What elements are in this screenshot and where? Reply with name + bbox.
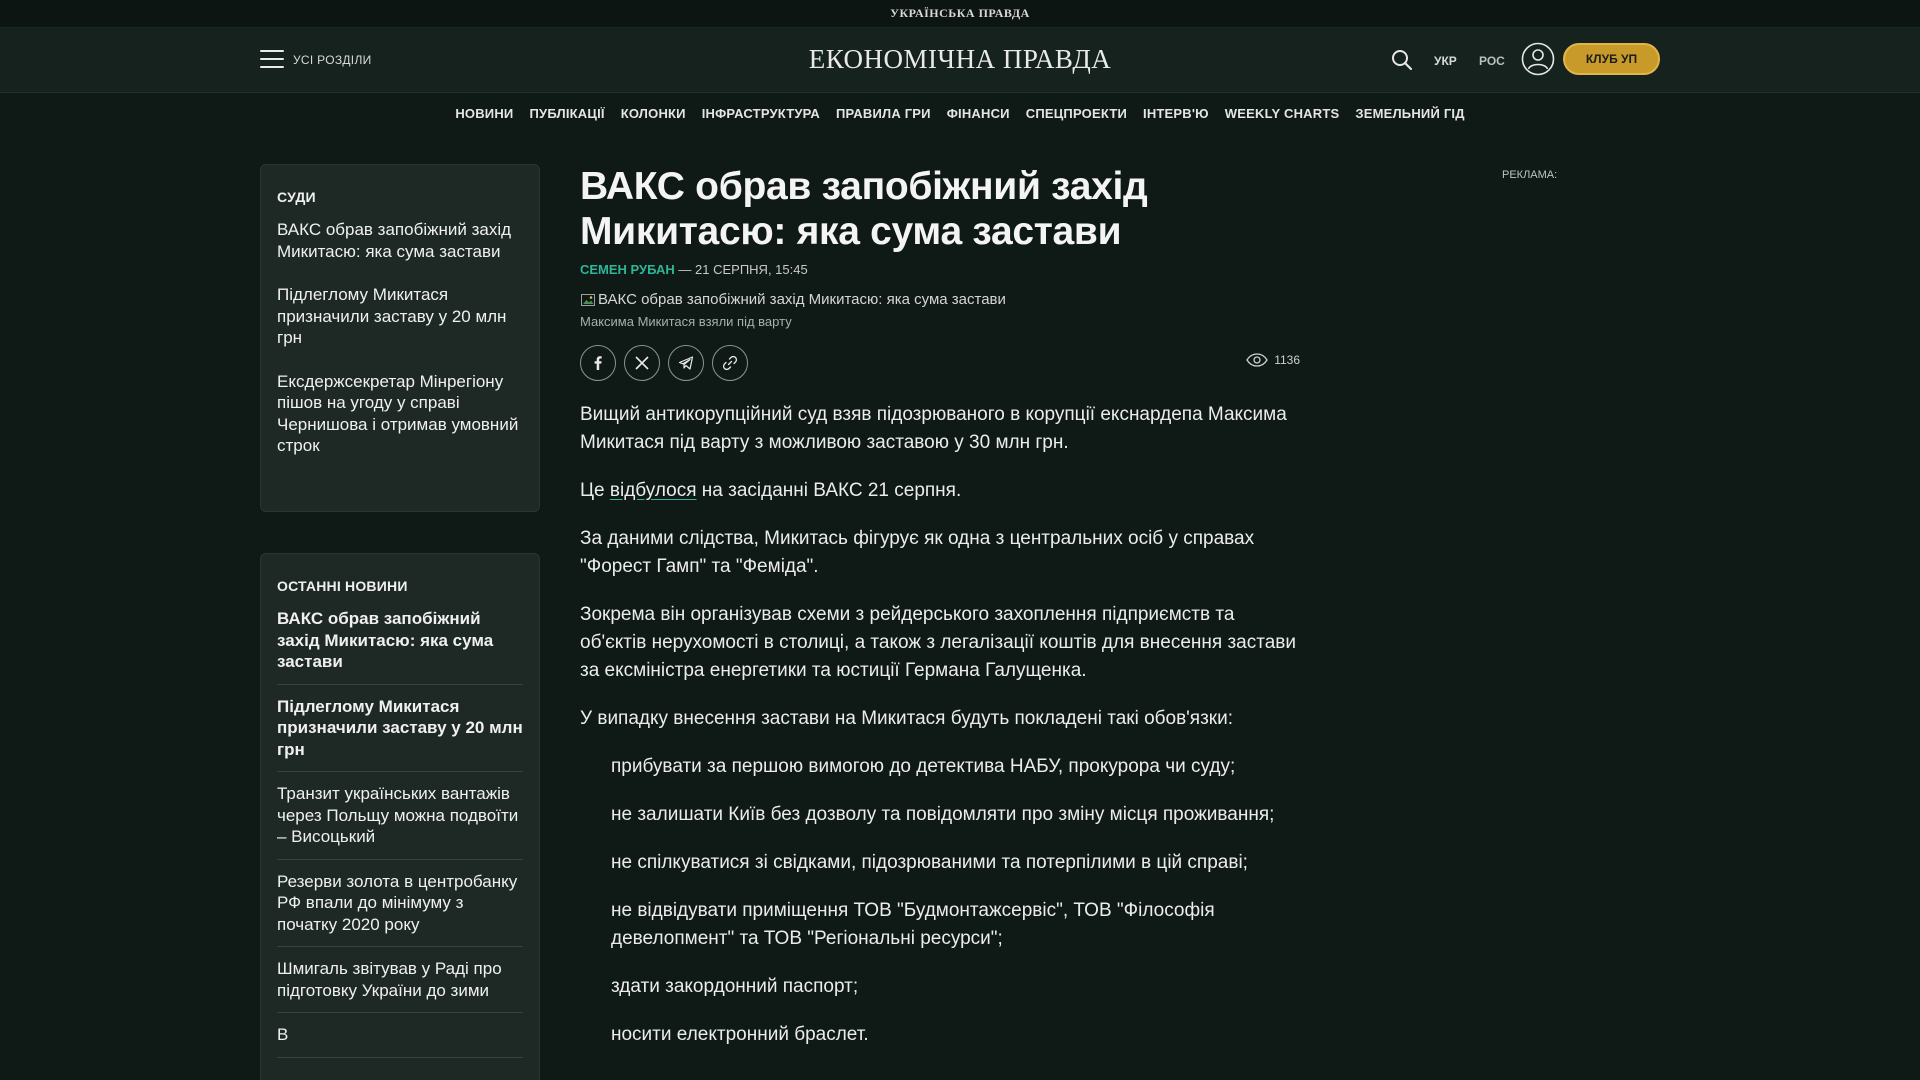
topic-box: СУДИ ВАКС обрав запобіжний захід Микитас… [260, 164, 540, 512]
logo-link[interactable]: ЕКОНОМІЧНА ПРАВДА [809, 44, 1112, 74]
all-sections-button[interactable]: УСІ РОЗДІЛИ [293, 53, 372, 67]
broken-image-icon [581, 293, 595, 306]
news-item[interactable]: Шмигаль звітував у Раді про підготовку У… [277, 958, 523, 1013]
source-link[interactable]: відбулося [610, 480, 697, 501]
paragraph: Це відбулося на засіданні ВАКС 21 серпня… [580, 477, 1300, 505]
nav-item-special-projects[interactable]: СПЕЦПРОЕКТИ [1018, 100, 1135, 128]
list-item: не залишати Київ без дозволу та повідомл… [611, 804, 1275, 825]
news-item[interactable]: Транзит українських вантажів через Польщ… [277, 783, 523, 860]
x-twitter-icon[interactable] [624, 345, 660, 381]
paragraph: Вищий антикорупційний суд взяв підозрюва… [580, 404, 1287, 453]
paragraph-text: Це [580, 480, 610, 501]
top-strip: УКРАЇНСЬКА ПРАВДА [0, 0, 1920, 28]
eye-icon [1246, 353, 1268, 367]
nav-item-columns[interactable]: КОЛОНКИ [613, 100, 694, 128]
ad-label: РЕКЛАМА: [1502, 169, 1558, 181]
nav-item-news[interactable]: НОВИНИ [447, 100, 521, 128]
list-item: не відвідувати приміщення ТОВ "Будмонтаж… [611, 900, 1215, 949]
article: ВАКС обрав запобіжний захід Микитасю: як… [580, 164, 1300, 1069]
news-item[interactable]: ВАКС обрав запобіжний захід Микитасю: як… [277, 608, 523, 685]
image-caption: Максима Микитася взяли під варту [580, 314, 792, 329]
obligations-list: прибувати за першою вимогою до детектива… [580, 753, 1300, 1049]
facebook-icon[interactable] [580, 345, 616, 381]
latest-news-title: ОСТАННІ НОВИНИ [277, 578, 408, 594]
lang-ros-link[interactable]: РОС [1479, 54, 1505, 68]
nav-item-interview[interactable]: ІНТЕРВ'Ю [1135, 100, 1217, 128]
main-nav: НОВИНИ ПУБЛІКАЦІЇ КОЛОНКИ ІНФРАСТРУКТУРА… [0, 100, 1920, 128]
topic-box-title[interactable]: СУДИ [277, 189, 523, 205]
nav-item-rules-of-game[interactable]: ПРАВИЛА ГРИ [828, 100, 939, 128]
byline: СЕМЕН РУБАН — 21 СЕРПНЯ, 15:45 [580, 262, 1300, 277]
nav-item-weekly-charts[interactable]: WEEKLY CHARTS [1217, 100, 1348, 128]
list-item: здати закордонний паспорт; [611, 976, 859, 997]
byline-separator: — [674, 262, 696, 277]
image-alt-text: ВАКС обрав запобіжний захід Микитасю: як… [598, 291, 1006, 308]
copy-link-icon[interactable] [712, 345, 748, 381]
paragraph-text: на засіданні ВАКС 21 серпня. [696, 480, 962, 501]
news-item[interactable]: В [277, 1024, 523, 1058]
paragraph: Зокрема він організував схеми з рейдерсь… [580, 604, 1296, 681]
list-item[interactable]: Підлеглому Микитася призначили заставу у… [277, 284, 523, 349]
lang-ukr-link[interactable]: УКР [1434, 54, 1457, 68]
views-count: 1136 [1274, 353, 1300, 367]
latest-news-box: ОСТАННІ НОВИНИ ВАКС обрав запобіжний зах… [260, 553, 540, 1080]
club-up-button[interactable]: КЛУБ УП [1563, 43, 1660, 75]
user-icon[interactable] [1521, 42, 1555, 76]
share-row: 1136 [580, 345, 1300, 381]
nav-item-publications[interactable]: ПУБЛІКАЦІЇ [521, 100, 612, 128]
list-item[interactable]: ВАКС обрав запобіжний захід Микитасю: як… [277, 219, 523, 262]
paragraph: За даними слідства, Микитась фігурує як … [580, 528, 1255, 577]
list-item[interactable]: Ексдержсекретар Мінрегіону пішов на угод… [277, 371, 523, 457]
list-item: носити електронний браслет. [611, 1024, 869, 1045]
nav-item-land-guide[interactable]: ЗЕМЕЛЬНИЙ ГІД [1347, 100, 1472, 128]
article-body: Вищий антикорупційний суд взяв підозрюва… [580, 401, 1300, 1049]
telegram-icon[interactable] [668, 345, 704, 381]
search-icon[interactable] [1390, 48, 1414, 72]
menu-icon[interactable] [260, 50, 284, 68]
nav-item-infrastructure[interactable]: ІНФРАСТРУКТУРА [694, 100, 828, 128]
news-item[interactable]: Підлеглому Микитася призначили заставу у… [277, 696, 523, 772]
article-date: 21 СЕРПНЯ, 15:45 [695, 262, 808, 277]
news-item[interactable]: Резерви золота в центробанку РФ впали до… [277, 871, 523, 947]
site-header: УСІ РОЗДІЛИ ЕКОНОМІЧНА ПРАВДА УКР РОС КЛ… [0, 28, 1920, 93]
author-link[interactable]: СЕМЕН РУБАН [580, 262, 675, 277]
article-image: ВАКС обрав запобіжний захід Микитасю: як… [580, 291, 1300, 308]
nav-item-finance[interactable]: ФІНАНСИ [939, 100, 1018, 128]
list-item: прибувати за першою вимогою до детектива… [611, 756, 1236, 777]
views-counter: 1136 [1246, 353, 1300, 367]
list-item: не спілкуватися зі свідками, підозрювани… [611, 852, 1248, 873]
article-title: ВАКС обрав запобіжний захід Микитасю: як… [580, 165, 1148, 253]
up-brand-link[interactable]: УКРАЇНСЬКА ПРАВДА [890, 6, 1030, 21]
paragraph: У випадку внесення застави на Микитася б… [580, 708, 1234, 729]
